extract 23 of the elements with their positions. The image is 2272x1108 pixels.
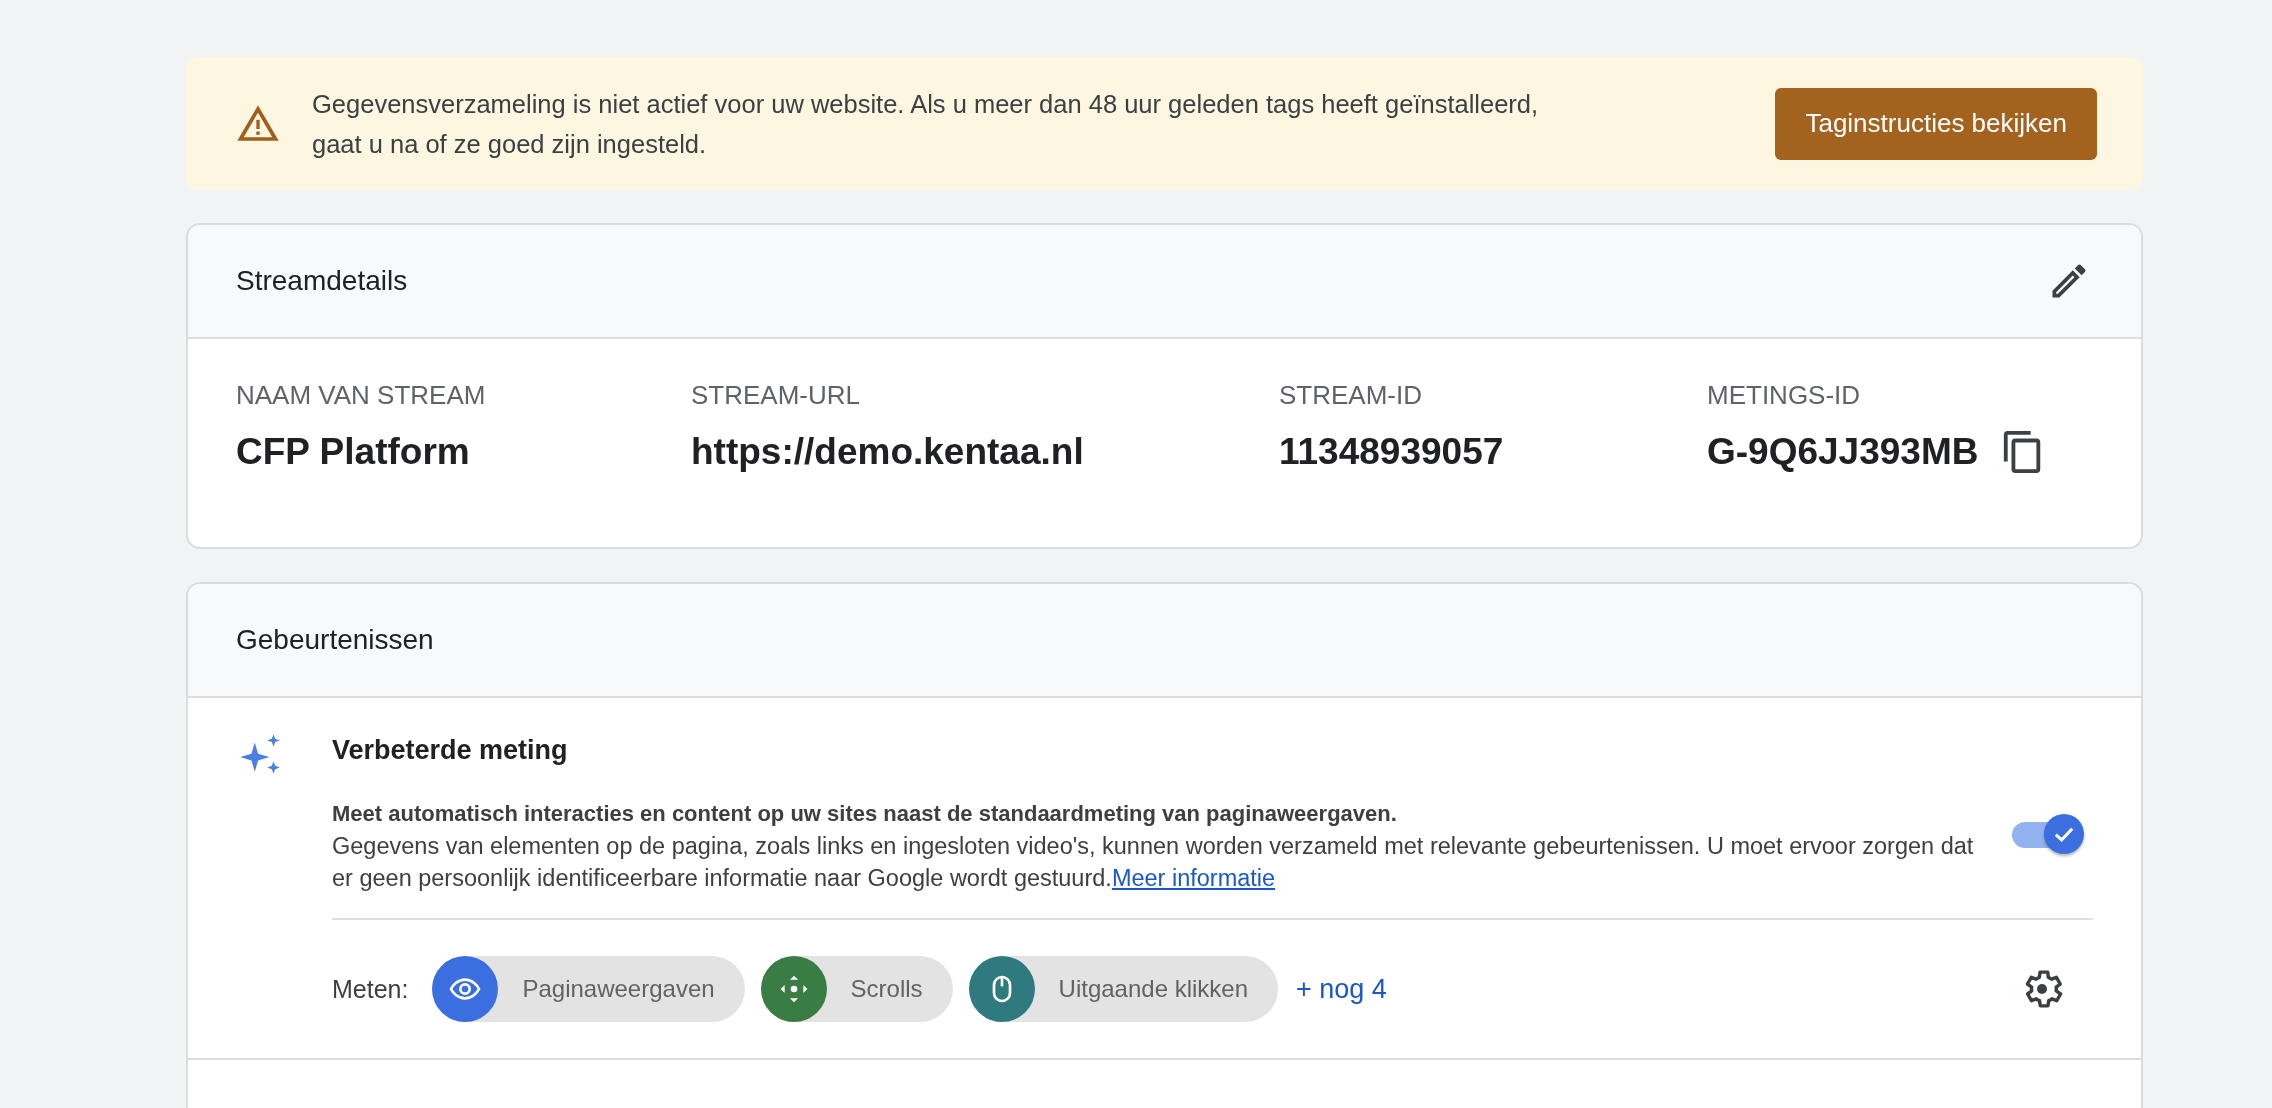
description-text: Gegevens van elementen op de pagina, zoals links en ingesloten video's, kunnen worden verzameld met relevante gebeurtenissen. U moet ervoor zorgen dat er geen persoonlijk identificeerbare informatie naar Google wordt gestuurd.Meer informatie: [332, 832, 1975, 893]
field-label: METINGS-ID: [1707, 379, 1862, 412]
section-title: Verbeterde meting: [332, 734, 569, 767]
card-title: Streamdetails: [236, 265, 408, 297]
card-title: Gebeurtenissen: [236, 624, 434, 656]
warning-message: Gegevensverzameling is niet actief voor uw website. Als u meer dan 48 uur geleden tags heeft geïnstalleerd, gaat u na of ze goed zijn ingesteld.: [312, 88, 1540, 160]
field-value: G-9Q6JJ393MB: [1707, 430, 1979, 474]
measurement-chip[interactable]: Uitgaande klikken: [968, 956, 1279, 1022]
field-value: CFP Platform: [236, 430, 470, 474]
measure-label: Meten:: [332, 974, 409, 1004]
field-value: 11348939057: [1279, 430, 1504, 474]
measurement-chip[interactable]: Paginaweergaven: [432, 956, 745, 1022]
field-label: STREAM-URL: [691, 379, 861, 412]
warning-icon: [236, 103, 280, 144]
field-label: NAAM VAN STREAM: [236, 379, 487, 412]
description-lead: Meet automatisch interacties en content op uw sites naast de standaardmeting van paginaweergaven.: [332, 800, 1398, 828]
measurement-chip[interactable]: Scrolls: [760, 956, 953, 1022]
learn-more-link[interactable]: Meer informatie: [1111, 865, 1276, 891]
more-link[interactable]: + nog 4: [1296, 973, 1387, 1005]
field-value: https://demo.kentaa.nl: [691, 430, 1084, 474]
field-label: STREAM-ID: [1279, 379, 1423, 412]
tag-instructions-button[interactable]: Taginstructies bekijken: [1775, 87, 2097, 160]
toggle-switch[interactable]: [2012, 812, 2086, 856]
